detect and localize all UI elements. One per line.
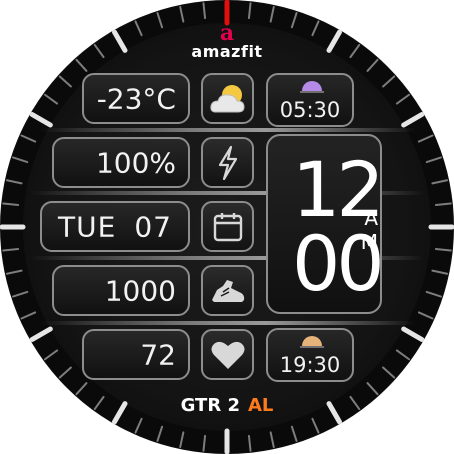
weather-icon-box[interactable] bbox=[201, 73, 254, 124]
calendar-icon bbox=[213, 212, 242, 241]
date-weekday: TUE bbox=[58, 210, 117, 243]
battery-icon-box[interactable] bbox=[201, 137, 254, 188]
model-tag: AL bbox=[247, 395, 274, 416]
date-box[interactable]: TUE 07 bbox=[40, 201, 190, 252]
model-label: GTR 2 AL bbox=[0, 395, 454, 416]
shoe-icon bbox=[211, 279, 244, 302]
temperature-value: -23°C bbox=[96, 82, 176, 115]
sunset-time: 19:30 bbox=[279, 353, 341, 377]
separator-line bbox=[40, 128, 416, 132]
sunset-box[interactable]: 19:30 bbox=[266, 328, 354, 382]
separator-line bbox=[40, 321, 416, 325]
heart-icon bbox=[211, 341, 244, 369]
heart-icon-box[interactable] bbox=[201, 329, 254, 380]
sunrise-box[interactable]: 05:30 bbox=[266, 73, 354, 127]
heart-rate-box[interactable]: 72 bbox=[82, 329, 190, 380]
date-day: 07 bbox=[134, 210, 172, 243]
temperature-box[interactable]: -23°C bbox=[82, 73, 190, 124]
date-value: TUE 07 bbox=[42, 210, 188, 243]
heart-rate-value: 72 bbox=[140, 338, 176, 371]
watch-face: a amazfit -23°C 100% TUE 07 1000 72 05:3… bbox=[0, 0, 454, 454]
ampm-letter-m: M bbox=[360, 230, 378, 254]
steps-icon-box[interactable] bbox=[201, 265, 254, 316]
time-box[interactable]: 12 00 A M bbox=[266, 134, 385, 314]
sunrise-icon bbox=[300, 81, 324, 93]
battery-box[interactable]: 100% bbox=[52, 137, 190, 188]
steps-value: 1000 bbox=[104, 274, 176, 307]
partly-cloudy-icon bbox=[209, 84, 245, 112]
model-name: GTR 2 bbox=[180, 395, 240, 416]
lightning-icon bbox=[218, 145, 237, 180]
sunset-icon bbox=[300, 336, 324, 348]
ampm-letter-a: A bbox=[364, 206, 378, 230]
steps-box[interactable]: 1000 bbox=[52, 265, 190, 316]
battery-value: 100% bbox=[95, 146, 176, 179]
calendar-icon-box[interactable] bbox=[201, 201, 254, 252]
amazfit-logo-text: amazfit bbox=[191, 42, 263, 61]
sunrise-time: 05:30 bbox=[279, 98, 341, 122]
